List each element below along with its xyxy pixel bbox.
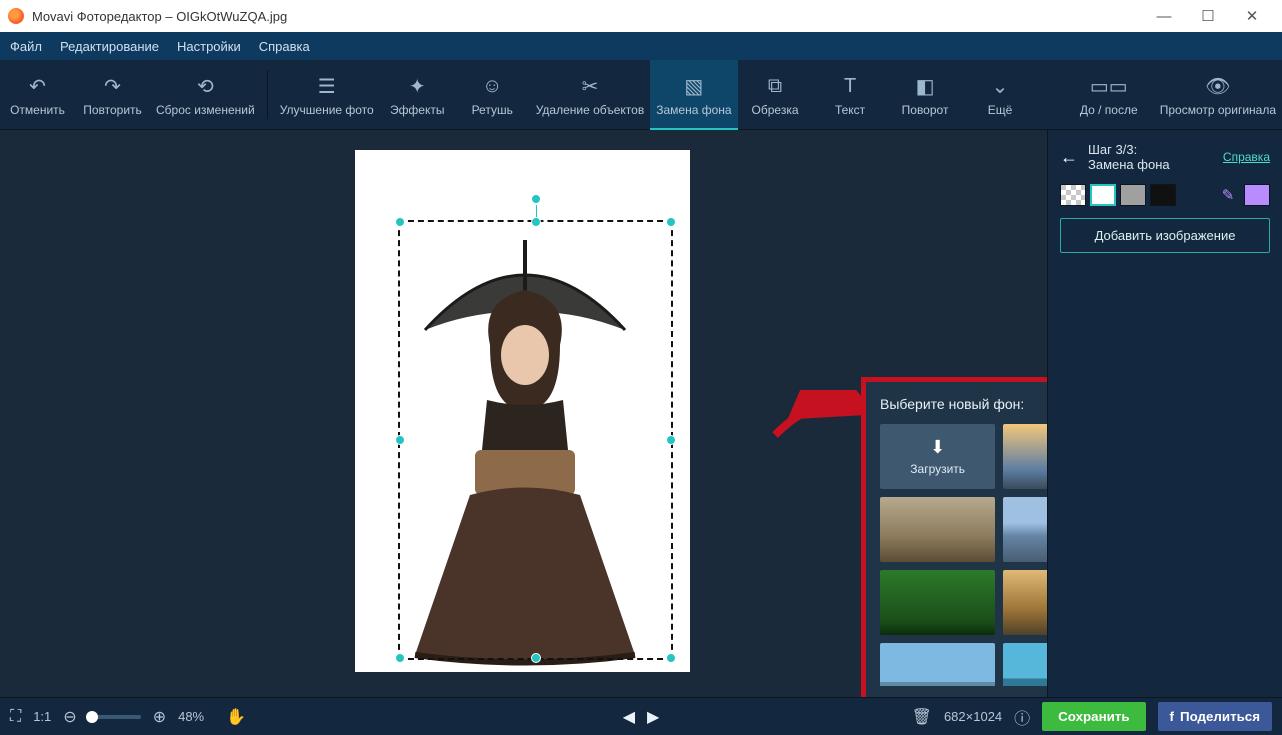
app-logo-icon bbox=[8, 8, 24, 24]
annotation-highlight-box: ✕ Выберите новый фон: ⬇Загрузить 🎲 ОК bbox=[861, 377, 1047, 697]
annotation-arrow-icon bbox=[770, 390, 870, 450]
crop-button[interactable]: ⧉Обрезка bbox=[738, 60, 813, 129]
resize-handle-bottom-left[interactable] bbox=[395, 653, 405, 663]
resize-handle-top[interactable] bbox=[531, 217, 541, 227]
step-number: Шаг 3/3: bbox=[1088, 142, 1170, 157]
resize-handle-right[interactable] bbox=[666, 435, 676, 445]
swatch-black[interactable] bbox=[1150, 184, 1176, 206]
compare-icon: ▭▭ bbox=[1090, 74, 1128, 98]
side-panel: ← Шаг 3/3: Замена фона Справка ✎ Добавит… bbox=[1047, 130, 1282, 697]
resize-handle-bottom-right[interactable] bbox=[666, 653, 676, 663]
main-toolbar: ↶Отменить ↷Повторить ⟲Сброс изменений ☰У… bbox=[0, 60, 1282, 130]
undo-icon: ↶ bbox=[29, 74, 46, 98]
redo-button[interactable]: ↷Повторить bbox=[75, 60, 150, 129]
text-icon: T bbox=[844, 74, 856, 98]
eye-icon: 👁 bbox=[1205, 74, 1230, 98]
fullscreen-button[interactable]: ⛶ bbox=[10, 708, 21, 726]
zoom-out-button[interactable]: ⊖ bbox=[63, 707, 76, 727]
sliders-icon: ☰ bbox=[318, 74, 336, 98]
hand-tool-button[interactable]: ✋ bbox=[226, 707, 246, 727]
menu-edit[interactable]: Редактирование bbox=[60, 39, 159, 54]
resize-handle-top-right[interactable] bbox=[666, 217, 676, 227]
background-thumbnail[interactable] bbox=[880, 643, 995, 686]
window-close-button[interactable]: ✕ bbox=[1230, 2, 1274, 30]
menu-settings[interactable]: Настройки bbox=[177, 39, 241, 54]
rotate-icon: ◧ bbox=[916, 74, 935, 98]
delete-button[interactable]: 🗑 bbox=[912, 707, 932, 727]
history-nav: ◀ ▶ bbox=[623, 707, 660, 727]
chevron-down-icon: ⌄ bbox=[992, 74, 1009, 98]
resize-handle-top-left[interactable] bbox=[395, 217, 405, 227]
selection-rectangle[interactable] bbox=[398, 220, 673, 660]
rotate-button[interactable]: ◧Поворот bbox=[888, 60, 963, 129]
view-original-button[interactable]: 👁Просмотр оригинала bbox=[1154, 60, 1282, 129]
redo-icon: ↷ bbox=[104, 74, 121, 98]
add-image-button[interactable]: Добавить изображение bbox=[1060, 218, 1270, 253]
eyedropper-button[interactable]: ✎ bbox=[1216, 186, 1240, 204]
step-header: ← Шаг 3/3: Замена фона Справка bbox=[1060, 142, 1270, 172]
enhance-button[interactable]: ☰Улучшение фото bbox=[274, 60, 380, 129]
zoom-value: 48% bbox=[178, 709, 204, 724]
background-thumbnail[interactable] bbox=[880, 570, 995, 635]
window-title: Movavi Фоторедактор – OIGkOtWuZQA.jpg bbox=[32, 9, 287, 24]
photo-canvas[interactable] bbox=[355, 150, 690, 672]
zoom-slider[interactable] bbox=[89, 715, 141, 719]
background-thumbnail[interactable] bbox=[880, 497, 995, 562]
resize-handle-bottom[interactable] bbox=[531, 653, 541, 663]
background-thumbnail[interactable] bbox=[1003, 424, 1047, 489]
canvas-area[interactable]: ✕ Выберите новый фон: ⬇Загрузить 🎲 ОК bbox=[0, 130, 1047, 697]
eraser-icon: ✂ bbox=[582, 74, 599, 98]
color-swatch-row: ✎ bbox=[1060, 184, 1270, 206]
popup-title: Выберите новый фон: bbox=[880, 396, 1047, 412]
face-icon: ☺ bbox=[482, 74, 502, 98]
swatch-white[interactable] bbox=[1090, 184, 1116, 206]
background-thumbnail[interactable] bbox=[1003, 643, 1047, 686]
step-title: Замена фона bbox=[1088, 157, 1170, 172]
image-dimensions: 682×1024 bbox=[944, 709, 1002, 724]
window-titlebar: Movavi Фоторедактор – OIGkOtWuZQA.jpg — … bbox=[0, 0, 1282, 32]
step-back-button[interactable]: ← bbox=[1060, 147, 1078, 168]
sparkle-icon: ✦ bbox=[409, 74, 426, 98]
workspace: ✕ Выберите новый фон: ⬇Загрузить 🎲 ОК ← … bbox=[0, 130, 1282, 697]
before-after-button[interactable]: ▭▭До / после bbox=[1064, 60, 1154, 129]
history-next-button[interactable]: ▶ bbox=[647, 707, 659, 727]
background-thumbnail-grid: ⬇Загрузить bbox=[880, 424, 1047, 686]
menu-file[interactable]: Файл bbox=[10, 39, 42, 54]
background-thumbnail[interactable] bbox=[1003, 497, 1047, 562]
rotate-handle[interactable] bbox=[531, 194, 541, 204]
zoom-in-button[interactable]: ⊕ bbox=[153, 707, 166, 727]
history-prev-button[interactable]: ◀ bbox=[623, 707, 635, 727]
undo-button[interactable]: ↶Отменить bbox=[0, 60, 75, 129]
menu-help[interactable]: Справка bbox=[259, 39, 310, 54]
crop-icon: ⧉ bbox=[768, 74, 782, 98]
save-button[interactable]: Сохранить bbox=[1042, 702, 1145, 731]
status-footer: ⛶ 1:1 ⊖ ⊕ 48% ✋ ◀ ▶ 🗑 682×1024 ⓘ Сохрани… bbox=[0, 697, 1282, 735]
facebook-icon: f bbox=[1170, 709, 1174, 724]
panel-help-link[interactable]: Справка bbox=[1223, 150, 1270, 164]
upload-background-button[interactable]: ⬇Загрузить bbox=[880, 424, 995, 489]
window-maximize-button[interactable]: ☐ bbox=[1186, 2, 1230, 30]
download-icon: ⬇ bbox=[930, 438, 945, 456]
effects-button[interactable]: ✦Эффекты bbox=[380, 60, 455, 129]
background-picker-popup: ✕ Выберите новый фон: ⬇Загрузить 🎲 ОК bbox=[866, 382, 1047, 697]
resize-handle-left[interactable] bbox=[395, 435, 405, 445]
background-change-button[interactable]: ▧Замена фона bbox=[650, 60, 737, 129]
actual-size-button[interactable]: 1:1 bbox=[33, 709, 51, 724]
text-button[interactable]: TТекст bbox=[813, 60, 888, 129]
info-button[interactable]: ⓘ bbox=[1014, 705, 1030, 729]
background-icon: ▧ bbox=[684, 74, 703, 98]
window-minimize-button[interactable]: — bbox=[1142, 2, 1186, 30]
retouch-button[interactable]: ☺Ретушь bbox=[455, 60, 530, 129]
share-button[interactable]: fПоделиться bbox=[1158, 702, 1272, 731]
menu-bar: Файл Редактирование Настройки Справка bbox=[0, 32, 1282, 60]
swatch-transparent[interactable] bbox=[1060, 184, 1086, 206]
swatch-gray[interactable] bbox=[1120, 184, 1146, 206]
reset-changes-button[interactable]: ⟲Сброс изменений bbox=[150, 60, 261, 129]
more-button[interactable]: ⌄Ещё bbox=[963, 60, 1038, 129]
object-removal-button[interactable]: ✂Удаление объектов bbox=[530, 60, 651, 129]
color-picker-button[interactable] bbox=[1244, 184, 1270, 206]
background-thumbnail[interactable] bbox=[1003, 570, 1047, 635]
reset-icon: ⟲ bbox=[197, 74, 214, 98]
